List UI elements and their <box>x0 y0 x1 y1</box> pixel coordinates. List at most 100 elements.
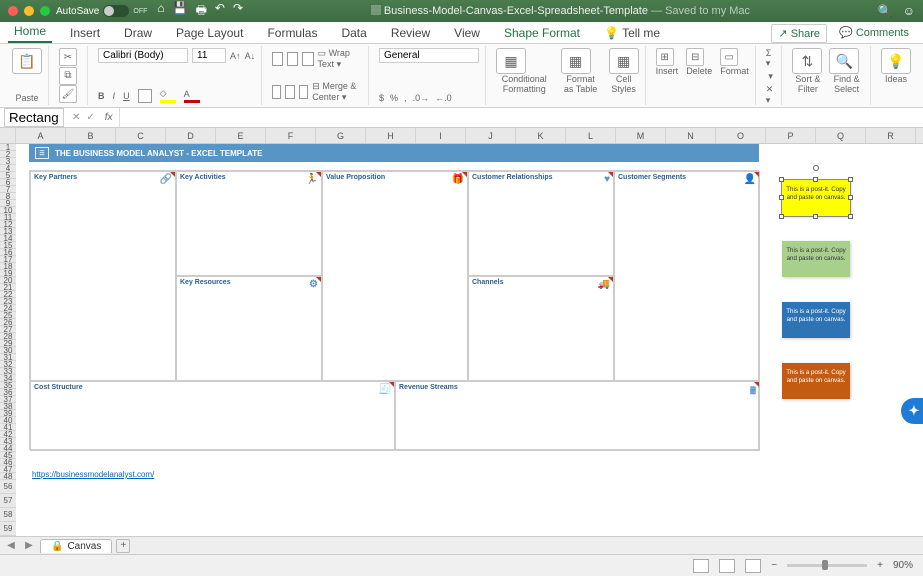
percent-icon[interactable]: % <box>390 93 398 103</box>
col-header[interactable]: P <box>766 128 816 143</box>
col-header[interactable]: G <box>316 128 366 143</box>
align-center-icon[interactable] <box>285 85 294 99</box>
postit-blue[interactable]: This is a post-it. Copy and paste on can… <box>782 302 850 338</box>
align-middle-icon[interactable] <box>287 52 298 66</box>
formula-input[interactable] <box>119 108 923 127</box>
row-header[interactable]: 48 <box>0 473 16 480</box>
col-header[interactable]: S <box>916 128 923 143</box>
undo-icon[interactable]: ↶ <box>215 1 225 22</box>
close-window-icon[interactable] <box>8 6 18 16</box>
channels-cell[interactable]: Channels🚚 <box>468 276 614 381</box>
tab-draw[interactable]: Draw <box>118 23 158 43</box>
col-header[interactable]: N <box>666 128 716 143</box>
increase-font-icon[interactable]: A↑ <box>230 51 241 61</box>
tab-review[interactable]: Review <box>385 23 436 43</box>
col-header[interactable]: L <box>566 128 616 143</box>
align-left-icon[interactable] <box>272 85 281 99</box>
zoom-in-icon[interactable]: + <box>877 560 883 571</box>
postit-yellow[interactable]: This is a post-it. Copy and paste on can… <box>782 180 850 216</box>
conditional-formatting-button[interactable]: ▦ <box>496 48 526 74</box>
tab-formulas[interactable]: Formulas <box>261 23 323 43</box>
customer-relationships-cell[interactable]: Customer Relationships♥ <box>468 171 614 276</box>
clear-icon[interactable]: ✕ ▾ <box>766 84 776 106</box>
autosave-switch[interactable] <box>103 5 129 17</box>
comma-icon[interactable]: , <box>404 93 407 103</box>
copy-icon[interactable]: ⧉ <box>59 67 77 85</box>
zoom-window-icon[interactable] <box>40 6 50 16</box>
postit-orange[interactable]: This is a post-it. Copy and paste on can… <box>782 363 850 399</box>
search-icon[interactable]: 🔍 <box>878 4 893 18</box>
number-format-select[interactable] <box>379 48 479 63</box>
postit-green[interactable]: This is a post-it. Copy and paste on can… <box>782 241 850 277</box>
cancel-formula-icon[interactable]: ✕ <box>72 112 80 123</box>
add-sheet-button[interactable]: + <box>116 539 130 553</box>
bold-button[interactable]: B <box>98 91 105 101</box>
font-size-select[interactable] <box>192 48 226 63</box>
source-link[interactable]: https://businessmodelanalyst.com/ <box>32 470 154 479</box>
col-header[interactable]: A <box>16 128 66 143</box>
name-box[interactable] <box>4 108 64 127</box>
col-header[interactable]: R <box>866 128 916 143</box>
merge-center-button[interactable]: ⊟ Merge & Center ▾ <box>312 81 362 103</box>
resize-handle[interactable] <box>779 214 784 219</box>
col-header[interactable]: O <box>716 128 766 143</box>
col-header[interactable]: Q <box>816 128 866 143</box>
borders-button[interactable] <box>138 89 152 103</box>
wrap-text-button[interactable]: ▭ Wrap Text ▾ <box>318 48 362 70</box>
delete-cells-button[interactable]: ⊟ <box>686 48 704 66</box>
redo-icon[interactable]: ↷ <box>233 1 243 22</box>
customer-segments-cell[interactable]: Customer Segments👤 <box>614 171 760 381</box>
key-activities-cell[interactable]: Key Activities🏃 <box>176 171 322 276</box>
resize-handle[interactable] <box>848 214 853 219</box>
sheet-tab-canvas[interactable]: 🔒Canvas <box>40 539 112 553</box>
zoom-level[interactable]: 90% <box>893 560 913 571</box>
page-layout-view-icon[interactable] <box>719 559 735 573</box>
row-header[interactable]: 58 <box>0 508 16 522</box>
resize-handle[interactable] <box>779 177 784 182</box>
font-color-button[interactable]: A <box>184 89 200 103</box>
col-header[interactable]: K <box>516 128 566 143</box>
tab-home[interactable]: Home <box>8 21 52 43</box>
underline-button[interactable]: U <box>123 91 130 101</box>
align-top-icon[interactable] <box>272 52 283 66</box>
resize-handle[interactable] <box>813 177 818 182</box>
account-icon[interactable]: ☺ <box>903 4 915 18</box>
comments-button[interactable]: 💬 Comments <box>833 24 915 43</box>
cell-styles-button[interactable]: ▦ <box>609 48 639 74</box>
tab-page-layout[interactable]: Page Layout <box>170 23 249 43</box>
col-header[interactable]: C <box>116 128 166 143</box>
italic-button[interactable]: I <box>113 91 116 101</box>
col-header[interactable]: I <box>416 128 466 143</box>
tell-me[interactable]: 💡 Tell me <box>598 23 666 43</box>
insert-cells-button[interactable]: ⊞ <box>656 48 674 66</box>
paste-button[interactable]: 📋 <box>12 48 42 74</box>
zoom-out-icon[interactable]: − <box>771 560 777 571</box>
normal-view-icon[interactable] <box>693 559 709 573</box>
tab-view[interactable]: View <box>448 23 486 43</box>
col-header[interactable]: M <box>616 128 666 143</box>
col-header[interactable]: E <box>216 128 266 143</box>
prev-sheet-icon[interactable]: ◀ <box>4 539 18 553</box>
save-icon[interactable]: 💾 <box>173 1 188 22</box>
format-painter-icon[interactable]: 🖌 <box>59 85 77 103</box>
col-header[interactable]: B <box>66 128 116 143</box>
tab-insert[interactable]: Insert <box>64 23 106 43</box>
align-right-icon[interactable] <box>299 85 308 99</box>
resize-handle[interactable] <box>848 177 853 182</box>
fill-icon[interactable]: ▾ <box>768 71 773 82</box>
key-partners-cell[interactable]: Key Partners🔗 <box>30 171 176 381</box>
print-icon[interactable]: 🖶 <box>196 1 207 22</box>
format-cells-button[interactable]: ▭ <box>720 48 738 66</box>
align-bottom-icon[interactable] <box>302 52 313 66</box>
font-name-select[interactable] <box>98 48 188 63</box>
share-button[interactable]: ↗ Share <box>771 24 827 43</box>
sort-filter-button[interactable]: ⇅ <box>792 48 822 74</box>
revenue-streams-cell[interactable]: Revenue Streams🖩 <box>395 381 760 451</box>
row-header[interactable]: 56 <box>0 480 16 494</box>
fx-label[interactable]: fx <box>99 112 119 123</box>
col-header[interactable]: D <box>166 128 216 143</box>
page-break-view-icon[interactable] <box>745 559 761 573</box>
increase-decimal-icon[interactable]: .0→ <box>413 93 430 103</box>
rotate-handle[interactable] <box>813 165 819 171</box>
zoom-slider[interactable] <box>787 564 867 567</box>
